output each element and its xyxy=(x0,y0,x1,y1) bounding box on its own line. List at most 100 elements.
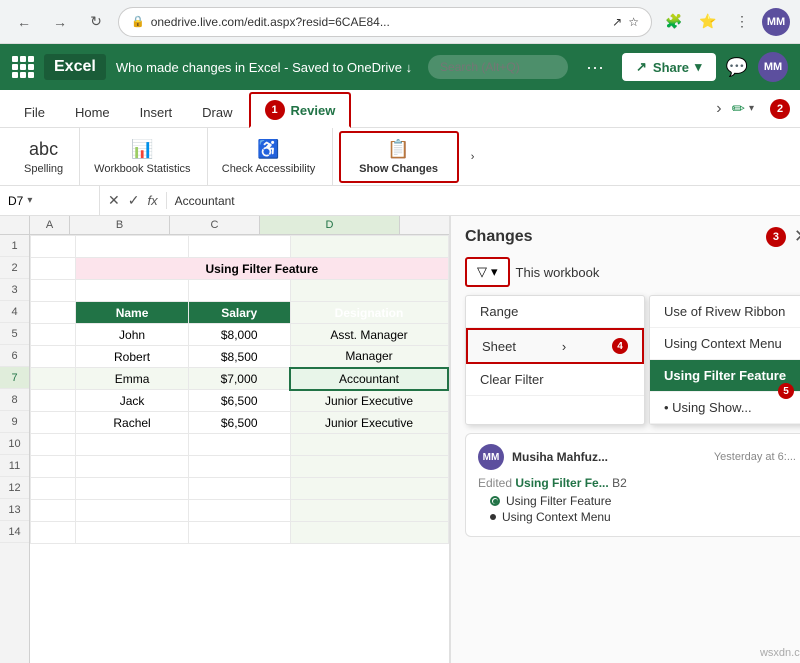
submenu-review-ribbon[interactable]: Use of Rivew Ribbon xyxy=(650,296,800,328)
filter-range-option[interactable]: Range xyxy=(466,296,644,328)
spelling-button[interactable]: abc Spelling xyxy=(16,135,71,179)
waffle-icon[interactable] xyxy=(12,56,34,78)
user-avatar[interactable]: MM xyxy=(758,52,788,82)
cell-c12[interactable] xyxy=(188,478,290,500)
cell-c11[interactable] xyxy=(188,456,290,478)
cell-c3[interactable] xyxy=(188,280,290,302)
cell-a6[interactable] xyxy=(31,346,76,368)
ribbon-expand-btn[interactable]: › xyxy=(716,100,721,118)
pencil-btn[interactable]: ✏ ▾ xyxy=(724,95,762,123)
cell-b7[interactable]: Emma xyxy=(76,368,189,390)
cell-a12[interactable] xyxy=(31,478,76,500)
cancel-formula-btn[interactable]: ✕ xyxy=(108,192,120,209)
sheet-submenu: Use of Rivew Ribbon Using Context Menu U… xyxy=(649,295,800,425)
cell-b5[interactable]: John xyxy=(76,324,189,346)
confirm-formula-btn[interactable]: ✓ xyxy=(128,192,140,209)
cell-c8[interactable]: $6,500 xyxy=(188,390,290,412)
cell-b9[interactable]: Rachel xyxy=(76,412,189,434)
cell-a8[interactable] xyxy=(31,390,76,412)
cell-d14[interactable] xyxy=(290,522,448,544)
cell-a13[interactable] xyxy=(31,500,76,522)
cell-c14[interactable] xyxy=(188,522,290,544)
formula-input[interactable]: Accountant xyxy=(167,194,800,208)
tab-draw[interactable]: Draw xyxy=(188,99,246,128)
cell-d10[interactable] xyxy=(290,434,448,456)
filter-dropdown-icon: ▾ xyxy=(491,264,498,280)
cell-b1[interactable] xyxy=(76,236,189,258)
star-btn[interactable]: ⭐ xyxy=(694,8,722,36)
cell-b11[interactable] xyxy=(76,456,189,478)
cell-a3[interactable] xyxy=(31,280,76,302)
cell-b14[interactable] xyxy=(76,522,189,544)
cell-d11[interactable] xyxy=(290,456,448,478)
badge-5: 5 xyxy=(778,383,794,399)
filter-sheet-option[interactable]: Sheet › 4 xyxy=(466,328,644,364)
show-changes-button[interactable]: 📋 Show Changes xyxy=(339,131,459,183)
dropdown-area: Range Sheet › 4 Clear Filter Use of Rive… xyxy=(465,295,800,425)
cell-b8[interactable]: Jack xyxy=(76,390,189,412)
refresh-btn[interactable]: ↻ xyxy=(82,8,110,36)
cell-a9[interactable] xyxy=(31,412,76,434)
cell-c13[interactable] xyxy=(188,500,290,522)
cell-b4[interactable]: Name xyxy=(76,302,189,324)
more-options-btn[interactable]: ··· xyxy=(578,53,612,82)
submenu-filter-feature[interactable]: Using Filter Feature 5 xyxy=(650,360,800,392)
more-btn[interactable]: ⋮ xyxy=(728,8,756,36)
cell-d5[interactable]: Asst. Manager xyxy=(290,324,448,346)
cell-c6[interactable]: $8,500 xyxy=(188,346,290,368)
cell-c1[interactable] xyxy=(188,236,290,258)
cell-b10[interactable] xyxy=(76,434,189,456)
cell-a5[interactable] xyxy=(31,324,76,346)
cell-a1[interactable] xyxy=(31,236,76,258)
cell-title[interactable]: Using Filter Feature xyxy=(76,258,448,280)
change-file-link[interactable]: Using Filter Fe... xyxy=(515,476,608,490)
cell-c4[interactable]: Salary xyxy=(188,302,290,324)
tab-insert[interactable]: Insert xyxy=(126,99,187,128)
filter-clear-option[interactable]: Clear Filter xyxy=(466,364,644,396)
cell-c9[interactable]: $6,500 xyxy=(188,412,290,434)
cell-d3[interactable] xyxy=(290,280,448,302)
cell-reference[interactable]: D7 ▾ xyxy=(0,186,100,215)
cell-a4[interactable] xyxy=(31,302,76,324)
search-input[interactable] xyxy=(428,55,568,79)
extension-btn[interactable]: 🧩 xyxy=(660,8,688,36)
cell-c7[interactable]: $7,000 xyxy=(188,368,290,390)
cell-d8[interactable]: Junior Executive xyxy=(290,390,448,412)
tab-file[interactable]: File xyxy=(10,99,59,128)
cell-b12[interactable] xyxy=(76,478,189,500)
filter-button[interactable]: ▽ ▾ xyxy=(465,257,510,287)
cell-a2[interactable] xyxy=(31,258,76,280)
cell-d9[interactable]: Junior Executive xyxy=(290,412,448,434)
submenu-show-changes[interactable]: Using Show... xyxy=(650,392,800,424)
check-accessibility-button[interactable]: ♿ Check Accessibility xyxy=(214,135,324,179)
share-button[interactable]: ↗ Share ▾ xyxy=(622,53,716,81)
row-1: 1 xyxy=(0,235,29,257)
profile-btn[interactable]: MM xyxy=(762,8,790,36)
cell-d7[interactable]: Accountant xyxy=(290,368,448,390)
url-text: onedrive.live.com/edit.aspx?resid=6CAE84… xyxy=(151,15,390,29)
cell-c10[interactable] xyxy=(188,434,290,456)
cell-d1[interactable] xyxy=(290,236,448,258)
comments-btn[interactable]: 💬 xyxy=(726,57,748,78)
cell-b13[interactable] xyxy=(76,500,189,522)
ribbon-more-btn[interactable]: › xyxy=(463,147,483,167)
workbook-stats-button[interactable]: 📊 Workbook Statistics xyxy=(86,135,198,179)
cell-a7[interactable] xyxy=(31,368,76,390)
cell-b6[interactable]: Robert xyxy=(76,346,189,368)
address-bar[interactable]: 🔒 onedrive.live.com/edit.aspx?resid=6CAE… xyxy=(118,7,652,37)
tab-review[interactable]: 1 Review xyxy=(249,92,352,128)
tab-home[interactable]: Home xyxy=(61,99,124,128)
cell-c5[interactable]: $8,000 xyxy=(188,324,290,346)
cell-b3[interactable] xyxy=(76,280,189,302)
cell-a10[interactable] xyxy=(31,434,76,456)
cell-d4[interactable]: Designation xyxy=(290,302,448,324)
cell-a14[interactable] xyxy=(31,522,76,544)
cell-d13[interactable] xyxy=(290,500,448,522)
close-panel-btn[interactable]: ✕ xyxy=(794,226,800,247)
cell-a11[interactable] xyxy=(31,456,76,478)
submenu-context-menu[interactable]: Using Context Menu xyxy=(650,328,800,360)
back-btn[interactable]: ← xyxy=(10,8,38,36)
cell-d6[interactable]: Manager xyxy=(290,346,448,368)
forward-btn[interactable]: → xyxy=(46,8,74,36)
cell-d12[interactable] xyxy=(290,478,448,500)
